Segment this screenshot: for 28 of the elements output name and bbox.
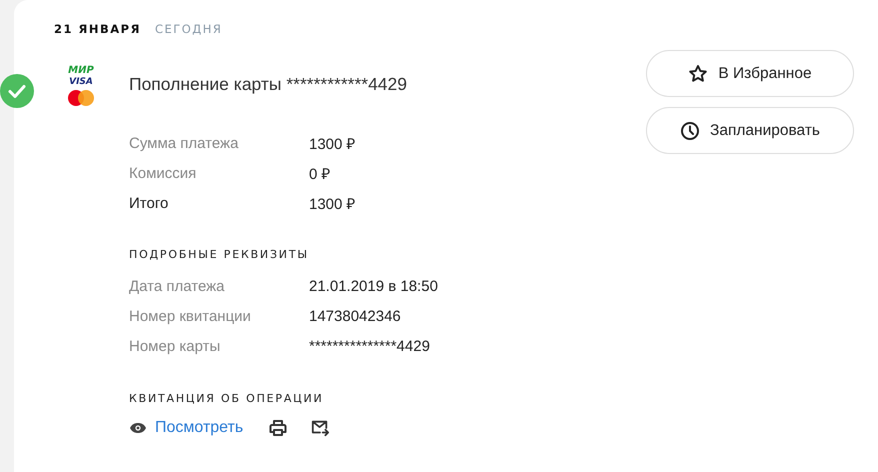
star-icon bbox=[688, 64, 708, 84]
summary-label: Комиссия bbox=[129, 164, 198, 182]
visa-logo: VISA bbox=[69, 78, 93, 86]
printer-icon[interactable] bbox=[269, 419, 288, 437]
action-button[interactable]: В Избранное bbox=[646, 50, 854, 97]
operation-title: Пополнение карты ************4429 bbox=[129, 74, 408, 94]
detail-label: Номер карты bbox=[129, 338, 222, 354]
mir-logo: МИР bbox=[68, 66, 94, 76]
section-heading: КВИТАНЦИЯ ОБ ОПЕРАЦИИ bbox=[129, 392, 325, 405]
clock-icon bbox=[680, 120, 700, 140]
mail-forward-icon[interactable] bbox=[311, 419, 330, 437]
date-label: 21 ЯНВАРЯ bbox=[54, 22, 141, 36]
summary-label: Сумма платежа bbox=[129, 134, 240, 152]
eye-icon bbox=[129, 422, 147, 434]
relative-date-label: СЕГОДНЯ bbox=[154, 22, 222, 36]
action-button[interactable]: Запланировать bbox=[646, 107, 854, 154]
detail-label: Дата платежа bbox=[129, 278, 226, 294]
summary-value: 0 ₽ bbox=[309, 165, 331, 183]
mastercard-circles-icon bbox=[67, 88, 95, 106]
section-heading: ПОДРОБНЫЕ РЕКВИЗИТЫ bbox=[129, 248, 310, 261]
detail-label: Номер квитанции bbox=[129, 308, 252, 324]
summary-label: Итого bbox=[129, 194, 170, 212]
summary-value: 1300 ₽ bbox=[309, 195, 356, 213]
detail-value: 21.01.2019 в 18:50 bbox=[309, 278, 438, 294]
detail-value: 14738042346 bbox=[309, 308, 401, 324]
view-link[interactable]: Посмотреть bbox=[155, 419, 244, 437]
detail-value: ***************4429 bbox=[309, 338, 430, 354]
summary-value: 1300 ₽ bbox=[309, 135, 356, 153]
